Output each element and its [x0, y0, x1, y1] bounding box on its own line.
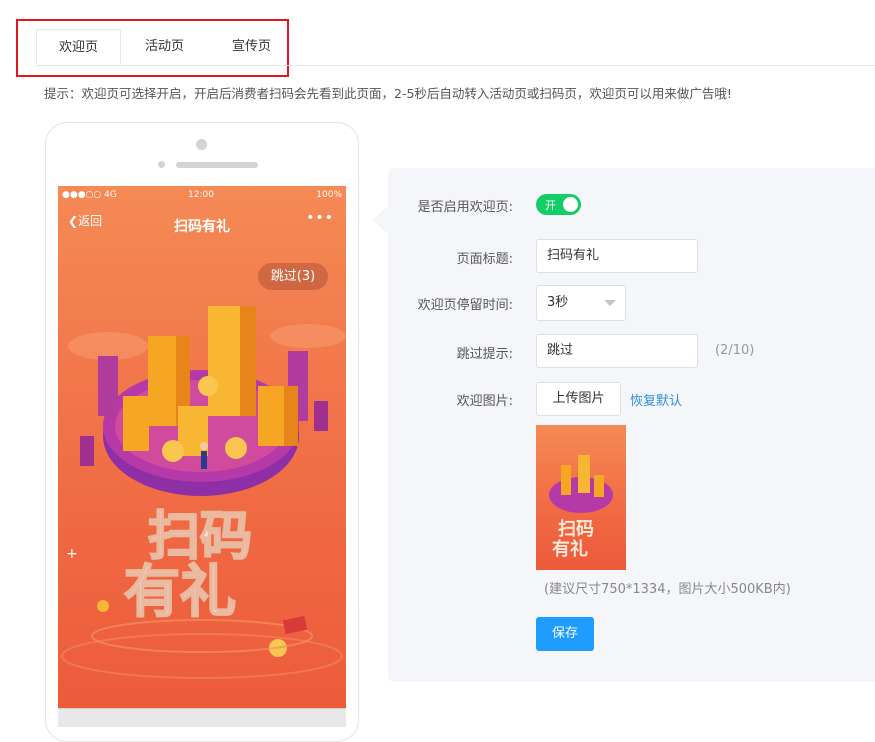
chevron-down-icon — [604, 300, 616, 306]
switch-text: 开 — [545, 199, 556, 212]
welcome-illustration: 扫码 有礼 + — [61, 306, 346, 679]
phone-sensor — [158, 161, 165, 168]
enable-switch[interactable]: 开 — [536, 194, 581, 215]
svg-text:有礼: 有礼 — [124, 560, 236, 625]
welcome-image-thumbnail: 扫码 有礼 — [536, 425, 626, 570]
restore-default-link[interactable]: 恢复默认 — [630, 390, 682, 409]
svg-text:有礼: 有礼 — [552, 538, 588, 560]
skip-char-counter: (2/10) — [715, 343, 755, 358]
phone-camera — [196, 139, 207, 150]
tab-activity[interactable]: 活动页 — [121, 29, 208, 65]
phone-screen-bottom-bar — [58, 708, 346, 727]
panel-pointer — [372, 206, 388, 234]
save-button[interactable]: 保存 — [536, 617, 594, 651]
phone-speaker — [176, 162, 258, 168]
art-text: 扫码 有礼 — [123, 506, 253, 626]
tab-divider — [36, 65, 875, 66]
upload-image-button[interactable]: 上传图片 — [536, 382, 621, 416]
duration-label: 欢迎页停留时间: — [417, 298, 513, 313]
phone-screen-preview: ●●●○○ 4G 12:00 100% ❮返回 扫码有礼 ••• 跳过(3) 扫… — [58, 186, 346, 726]
tip-text: 提示：欢迎页可选择开启，开启后消费者扫码会先看到此页面，2-5秒后自动转入活动页… — [44, 86, 732, 101]
switch-knob — [563, 197, 578, 212]
thumbnail-illustration: 扫码 有礼 — [549, 455, 613, 560]
tab-bar: 欢迎页 活动页 宣传页 — [36, 29, 295, 65]
duration-value: 3秒 — [547, 295, 569, 310]
tab-promotion[interactable]: 宣传页 — [208, 29, 295, 65]
svg-text:+: + — [66, 546, 78, 562]
svg-text:扫码: 扫码 — [558, 518, 594, 540]
enable-label: 是否启用欢迎页: — [417, 200, 513, 215]
title-input[interactable]: 扫码有礼 — [536, 239, 698, 273]
skip-label: 跳过提示: — [456, 347, 513, 362]
image-label: 欢迎图片: — [456, 394, 513, 409]
title-label: 页面标题: — [456, 252, 513, 267]
skip-input[interactable]: 跳过 — [536, 334, 698, 368]
tab-welcome[interactable]: 欢迎页 — [36, 29, 122, 65]
image-size-hint: (建议尺寸750*1334，图片大小500KB内) — [544, 582, 791, 597]
duration-select[interactable]: 3秒 — [536, 285, 626, 321]
svg-text:扫码: 扫码 — [148, 507, 252, 567]
